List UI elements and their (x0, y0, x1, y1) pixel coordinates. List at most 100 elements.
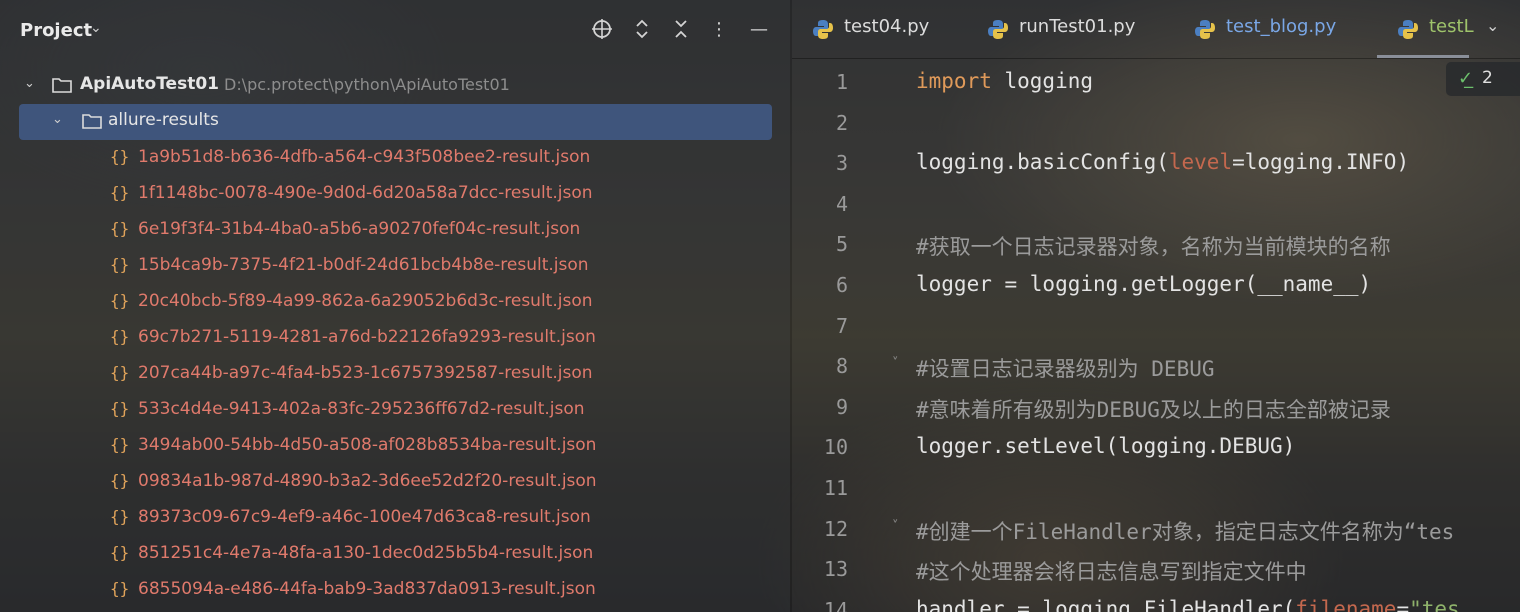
json-file-icon: {} (110, 183, 130, 202)
editor-tabs: test04.py runTest01.py test_blog.py test… (792, 0, 1520, 58)
code-text: #创建一个FileHandler对象，指定日志文件名称为“tes (916, 516, 1454, 546)
file-name: 851251c4-4e7a-48fa-a130-1dec0d25b5b4-res… (138, 543, 594, 563)
line-number: 11 (823, 476, 848, 500)
line-number: 10 (823, 435, 848, 460)
parameter-name: filename (1295, 596, 1397, 612)
tree-folder-row[interactable]: ⌄ allure-results (0, 104, 790, 140)
code-line[interactable]: 7 (792, 306, 1520, 346)
minimize-icon[interactable]: — (747, 18, 771, 42)
root-folder-path: D:\pc.protect\python\ApiAutoTest01 (224, 75, 510, 94)
line-number: 7 (835, 313, 848, 338)
collapse-all-icon[interactable] (669, 18, 693, 42)
json-file-icon: {} (110, 255, 130, 274)
code-comment: #意味着所有级别为DEBUG及以上的日志全部被记录 (916, 397, 1391, 422)
code-text: logging.basicConfig(level=logging.INFO) (916, 150, 1409, 174)
code-text: #设置日志记录器级别为 DEBUG (916, 353, 1215, 383)
file-name: 533c4d4e-9413-402a-83fc-295236ff67d2-res… (138, 399, 585, 419)
fold-icon[interactable]: ˅ (892, 519, 899, 534)
python-file-icon (1195, 20, 1215, 39)
code-line[interactable]: 12 ˅ #创建一个FileHandler对象，指定日志文件名称为“tes (792, 509, 1520, 549)
double-check-icon: ✓̲ (1458, 68, 1474, 89)
file-name: 09834a1b-987d-4890-b3a2-3d6ee52d2f20-res… (138, 471, 597, 491)
file-row[interactable]: {} 20c40bcb-5f89-4a99-862a-6a29052b6d3c-r… (0, 284, 790, 320)
code-line[interactable]: 5 #获取一个日志记录器对象，名称为当前模块的名称 (792, 224, 1520, 264)
file-name: 3494ab00-54bb-4d50-a508-af028b8534ba-res… (138, 435, 597, 455)
code-line[interactable]: 1 import logging (792, 62, 1520, 102)
tab-label: test04.py (844, 16, 930, 37)
expand-collapse-icon[interactable] (630, 18, 654, 42)
code-line[interactable]: 4 (792, 184, 1520, 224)
file-row[interactable]: {} 09834a1b-987d-4890-b3a2-3d6ee52d2f20-r… (0, 464, 790, 500)
code-text: #意味着所有级别为DEBUG及以上的日志全部被记录 (916, 394, 1391, 424)
json-file-icon: {} (110, 399, 130, 418)
chevron-down-icon[interactable]: ⌄ (24, 76, 35, 91)
python-file-icon (813, 20, 833, 39)
line-number: 14 (823, 597, 848, 612)
code-line[interactable]: 3 logging.basicConfig(level=logging.INFO) (792, 143, 1520, 183)
code-comment: #设置日志记录器级别为 DEBUG (916, 357, 1215, 382)
code-segment: logger.setLevel(logging.DEBUG) (916, 434, 1296, 459)
code-segment: handler = logging.FileHandler( (916, 596, 1296, 612)
tab-label: runTest01.py (1019, 16, 1136, 37)
project-header: Project ⌄ ⋮ — (0, 10, 790, 54)
tree-root-row[interactable]: ⌄ ApiAutoTest01 D:\pc.protect\python\Api… (0, 68, 790, 104)
code-line[interactable]: 8 ˅ #设置日志记录器级别为 DEBUG (792, 346, 1520, 386)
folder-icon (82, 114, 102, 129)
root-folder-name: ApiAutoTest01 (80, 74, 219, 94)
json-file-icon: {} (110, 543, 130, 562)
chevron-down-icon[interactable]: ⌄ (90, 20, 102, 36)
chevron-down-icon[interactable]: ⌄ (1486, 16, 1499, 35)
json-file-icon: {} (110, 471, 130, 490)
file-name: 20c40bcb-5f89-4a99-862a-6a29052b6d3c-res… (138, 291, 593, 311)
code-text: logger.setLevel(logging.DEBUG) (916, 434, 1295, 458)
file-row[interactable]: {} 6855094a-e486-44fa-bab9-3ad837da0913-r… (0, 572, 790, 608)
file-row[interactable]: {} 533c4d4e-9413-402a-83fc-295236ff67d2-r… (0, 392, 790, 428)
file-row[interactable]: {} 1a9b51d8-b636-4dfb-a564-c943f508bee2-r… (0, 140, 790, 176)
code-line[interactable]: 6 logger = logging.getLogger(__name__) (792, 265, 1520, 305)
file-row[interactable]: {} 1f1148bc-0078-490e-9d0d-6d20a58a7dcc-r… (0, 176, 790, 212)
file-row[interactable]: {} 15b4ca9b-7375-4f21-b0df-24d61bcb4b8e-r… (0, 248, 790, 284)
code-text: #获取一个日志记录器对象，名称为当前模块的名称 (916, 231, 1391, 261)
line-number: 4 (835, 191, 848, 216)
file-row[interactable]: {} 6e19f3f4-31b4-4ba0-a5b6-a90270fef04c-r… (0, 212, 790, 248)
code-text: logger = logging.getLogger(__name__) (916, 272, 1371, 296)
file-row[interactable]: {} 851251c4-4e7a-48fa-a130-1dec0d25b5b4-r… (0, 536, 790, 572)
code-line[interactable]: 10 logger.setLevel(logging.DEBUG) (792, 427, 1520, 467)
line-number: 12 (823, 516, 848, 541)
json-file-icon: {} (110, 579, 130, 598)
code-line[interactable]: 13 #这个处理器会将日志信息写到指定文件中 (792, 549, 1520, 589)
code-text: handler = logging.FileHandler(filename="… (916, 597, 1460, 612)
file-name: 1f1148bc-0078-490e-9d0d-6d20a58a7dcc-res… (138, 183, 593, 203)
chevron-down-icon[interactable]: ⌄ (52, 112, 63, 127)
line-number: 2 (835, 110, 848, 135)
string-literal: "tes (1409, 596, 1460, 612)
file-name: 6855094a-e486-44fa-bab9-3ad837da0913-res… (138, 579, 596, 599)
python-file-icon (988, 20, 1008, 39)
file-row[interactable]: {} 69c7b271-5119-4281-a76d-b22126fa9293-r… (0, 320, 790, 356)
json-file-icon: {} (110, 147, 130, 166)
locate-icon[interactable] (590, 18, 614, 42)
file-row[interactable]: {} 3494ab00-54bb-4d50-a508-af028b8534ba-r… (0, 428, 790, 464)
tab-label: test_blog.py (1226, 16, 1337, 37)
file-name: 1a9b51d8-b636-4dfb-a564-c943f508bee2-res… (138, 147, 591, 167)
code-comment: #获取一个日志记录器对象，名称为当前模块的名称 (916, 235, 1391, 260)
file-name: 207ca44b-a97c-4fa4-b523-1c6757392587-res… (138, 363, 593, 383)
code-line[interactable]: 14 handler = logging.FileHandler(filename… (792, 590, 1520, 612)
project-title[interactable]: Project (20, 20, 92, 41)
file-name: 89373c09-67c9-4ef9-a46c-100e47d63ca8-res… (138, 507, 591, 527)
json-file-icon: {} (110, 291, 130, 310)
code-line[interactable]: 9 #意味着所有级别为DEBUG及以上的日志全部被记录 (792, 387, 1520, 427)
more-icon[interactable]: ⋮ (707, 18, 731, 42)
inspection-widget[interactable]: ✓̲ 2 (1446, 62, 1520, 96)
code-line[interactable]: 11 (792, 468, 1520, 508)
fold-icon[interactable]: ˅ (892, 356, 899, 371)
file-row[interactable]: {} 207ca44b-a97c-4fa4-b523-1c6757392587-r… (0, 356, 790, 392)
parameter-name: level (1168, 150, 1233, 175)
code-comment: #创建一个FileHandler对象，指定日志文件名称为“tes (916, 519, 1455, 544)
inspection-count: 2 (1482, 68, 1493, 88)
python-file-icon (1398, 20, 1418, 39)
file-row[interactable]: {} 89373c09-67c9-4ef9-a46c-100e47d63ca8-r… (0, 500, 790, 536)
line-number: 6 (835, 273, 848, 297)
code-line[interactable]: 2 (792, 103, 1520, 143)
line-number: 1 (835, 70, 848, 94)
